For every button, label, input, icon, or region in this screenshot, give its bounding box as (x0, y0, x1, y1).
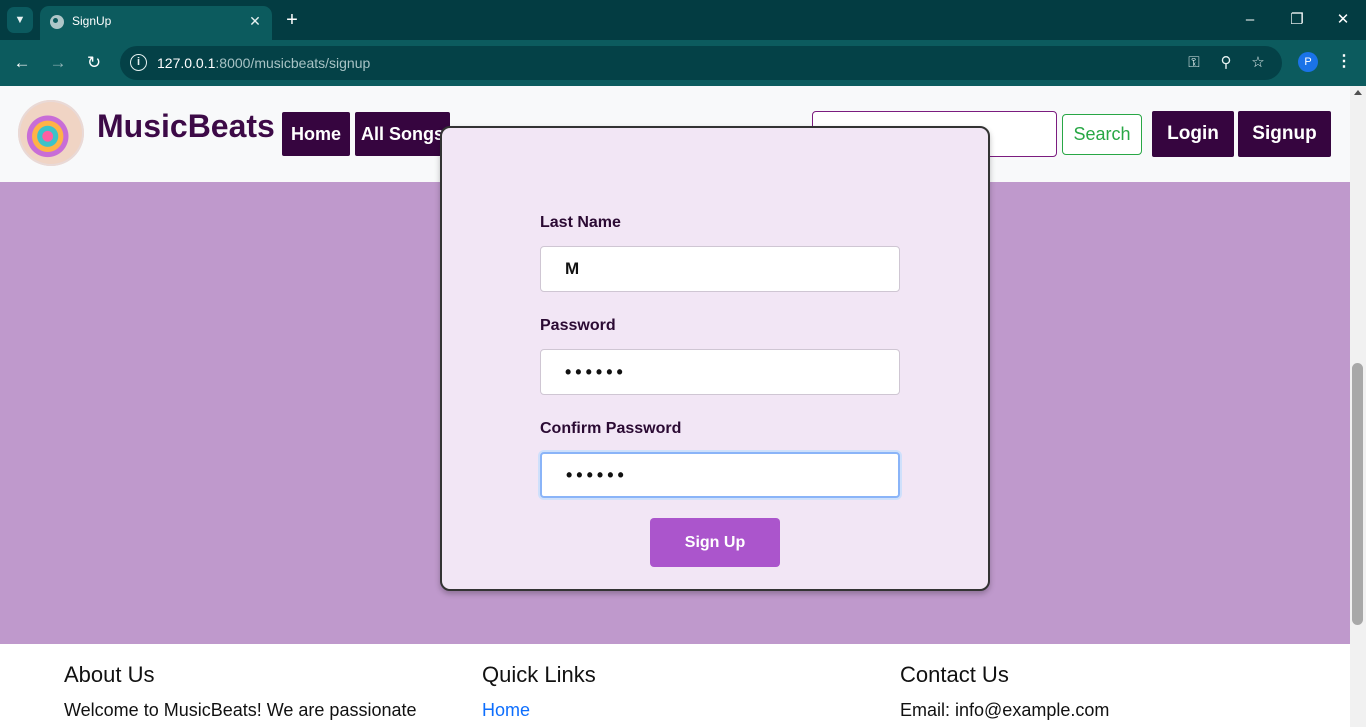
browser-tab[interactable]: SignUp ✕ (40, 6, 272, 40)
zoom-icon[interactable]: ⚲ (1216, 53, 1236, 73)
url-host: 127.0.0.1 (157, 55, 216, 71)
address-bar[interactable]: i 127.0.0.1:8000/musicbeats/signup ⚿ ⚲ ☆ (120, 46, 1282, 80)
confirm-password-label: Confirm Password (540, 420, 682, 437)
footer-links-title: Quick Links (482, 662, 596, 687)
restore-icon[interactable]: ❐ (1285, 8, 1309, 32)
footer-contact-title: Contact Us (900, 662, 1009, 687)
new-tab-plus-icon[interactable]: + (282, 9, 302, 31)
profile-avatar[interactable]: P (1298, 52, 1318, 72)
forward-arrow-icon[interactable]: → (46, 51, 70, 75)
footer-contact: Contact Us Email: info@example.com (900, 662, 1280, 721)
back-arrow-icon[interactable]: ← (10, 51, 34, 75)
close-tab-icon[interactable]: ✕ (246, 12, 264, 30)
site-info-icon[interactable]: i (130, 54, 147, 71)
nav-home-button[interactable]: Home (282, 112, 350, 156)
last-name-label: Last Name (540, 214, 621, 231)
url-path: :8000/musicbeats/signup (215, 55, 371, 71)
nav-all-songs-button[interactable]: All Songs (355, 112, 450, 156)
musicbeats-logo[interactable] (18, 100, 84, 166)
browser-tab-bar: ▼ SignUp ✕ + – ❐ ✕ (0, 0, 1366, 40)
bookmark-star-icon[interactable]: ☆ (1248, 53, 1268, 73)
page-scrollbar[interactable] (1350, 86, 1366, 727)
reload-icon[interactable]: ↻ (82, 51, 106, 75)
last-name-field[interactable] (540, 246, 900, 292)
signup-nav-button[interactable]: Signup (1238, 111, 1331, 157)
footer-about-text: Welcome to MusicBeats! We are passionate (64, 700, 417, 720)
browser-toolbar: ← → ↻ i 127.0.0.1:8000/musicbeats/signup… (0, 40, 1366, 86)
key-icon[interactable]: ⚿ (1184, 53, 1204, 73)
url-text: 127.0.0.1:8000/musicbeats/signup (157, 55, 370, 71)
footer-link-home[interactable]: Home (482, 700, 862, 721)
close-window-icon[interactable]: ✕ (1331, 8, 1355, 32)
site-footer: About Us Welcome to MusicBeats! We are p… (0, 644, 1350, 727)
login-button[interactable]: Login (1152, 111, 1234, 157)
footer-about: About Us Welcome to MusicBeats! We are p… (64, 662, 444, 721)
signup-form-card: Last Name Password Confirm Password Sign… (440, 126, 990, 591)
globe-icon (50, 15, 64, 29)
scroll-up-arrow-icon[interactable] (1354, 90, 1362, 95)
browser-menu-icon[interactable]: ⋮ (1334, 51, 1354, 73)
tab-title: SignUp (72, 14, 112, 28)
password-field[interactable] (540, 349, 900, 395)
footer-contact-email: Email: info@example.com (900, 700, 1110, 720)
footer-quick-links: Quick Links Home (482, 662, 862, 721)
brand-name[interactable]: MusicBeats (97, 108, 275, 145)
search-button[interactable]: Search (1062, 114, 1142, 155)
scrollbar-thumb[interactable] (1352, 363, 1363, 625)
sign-up-submit-button[interactable]: Sign Up (650, 518, 780, 567)
confirm-password-field[interactable] (540, 452, 900, 498)
tab-search-chevron-icon[interactable]: ▼ (7, 7, 33, 33)
minimize-icon[interactable]: – (1238, 8, 1262, 32)
password-label: Password (540, 317, 616, 334)
page-viewport: MusicBeats Home All Songs Search Login S… (0, 86, 1350, 727)
footer-about-title: About Us (64, 662, 155, 687)
